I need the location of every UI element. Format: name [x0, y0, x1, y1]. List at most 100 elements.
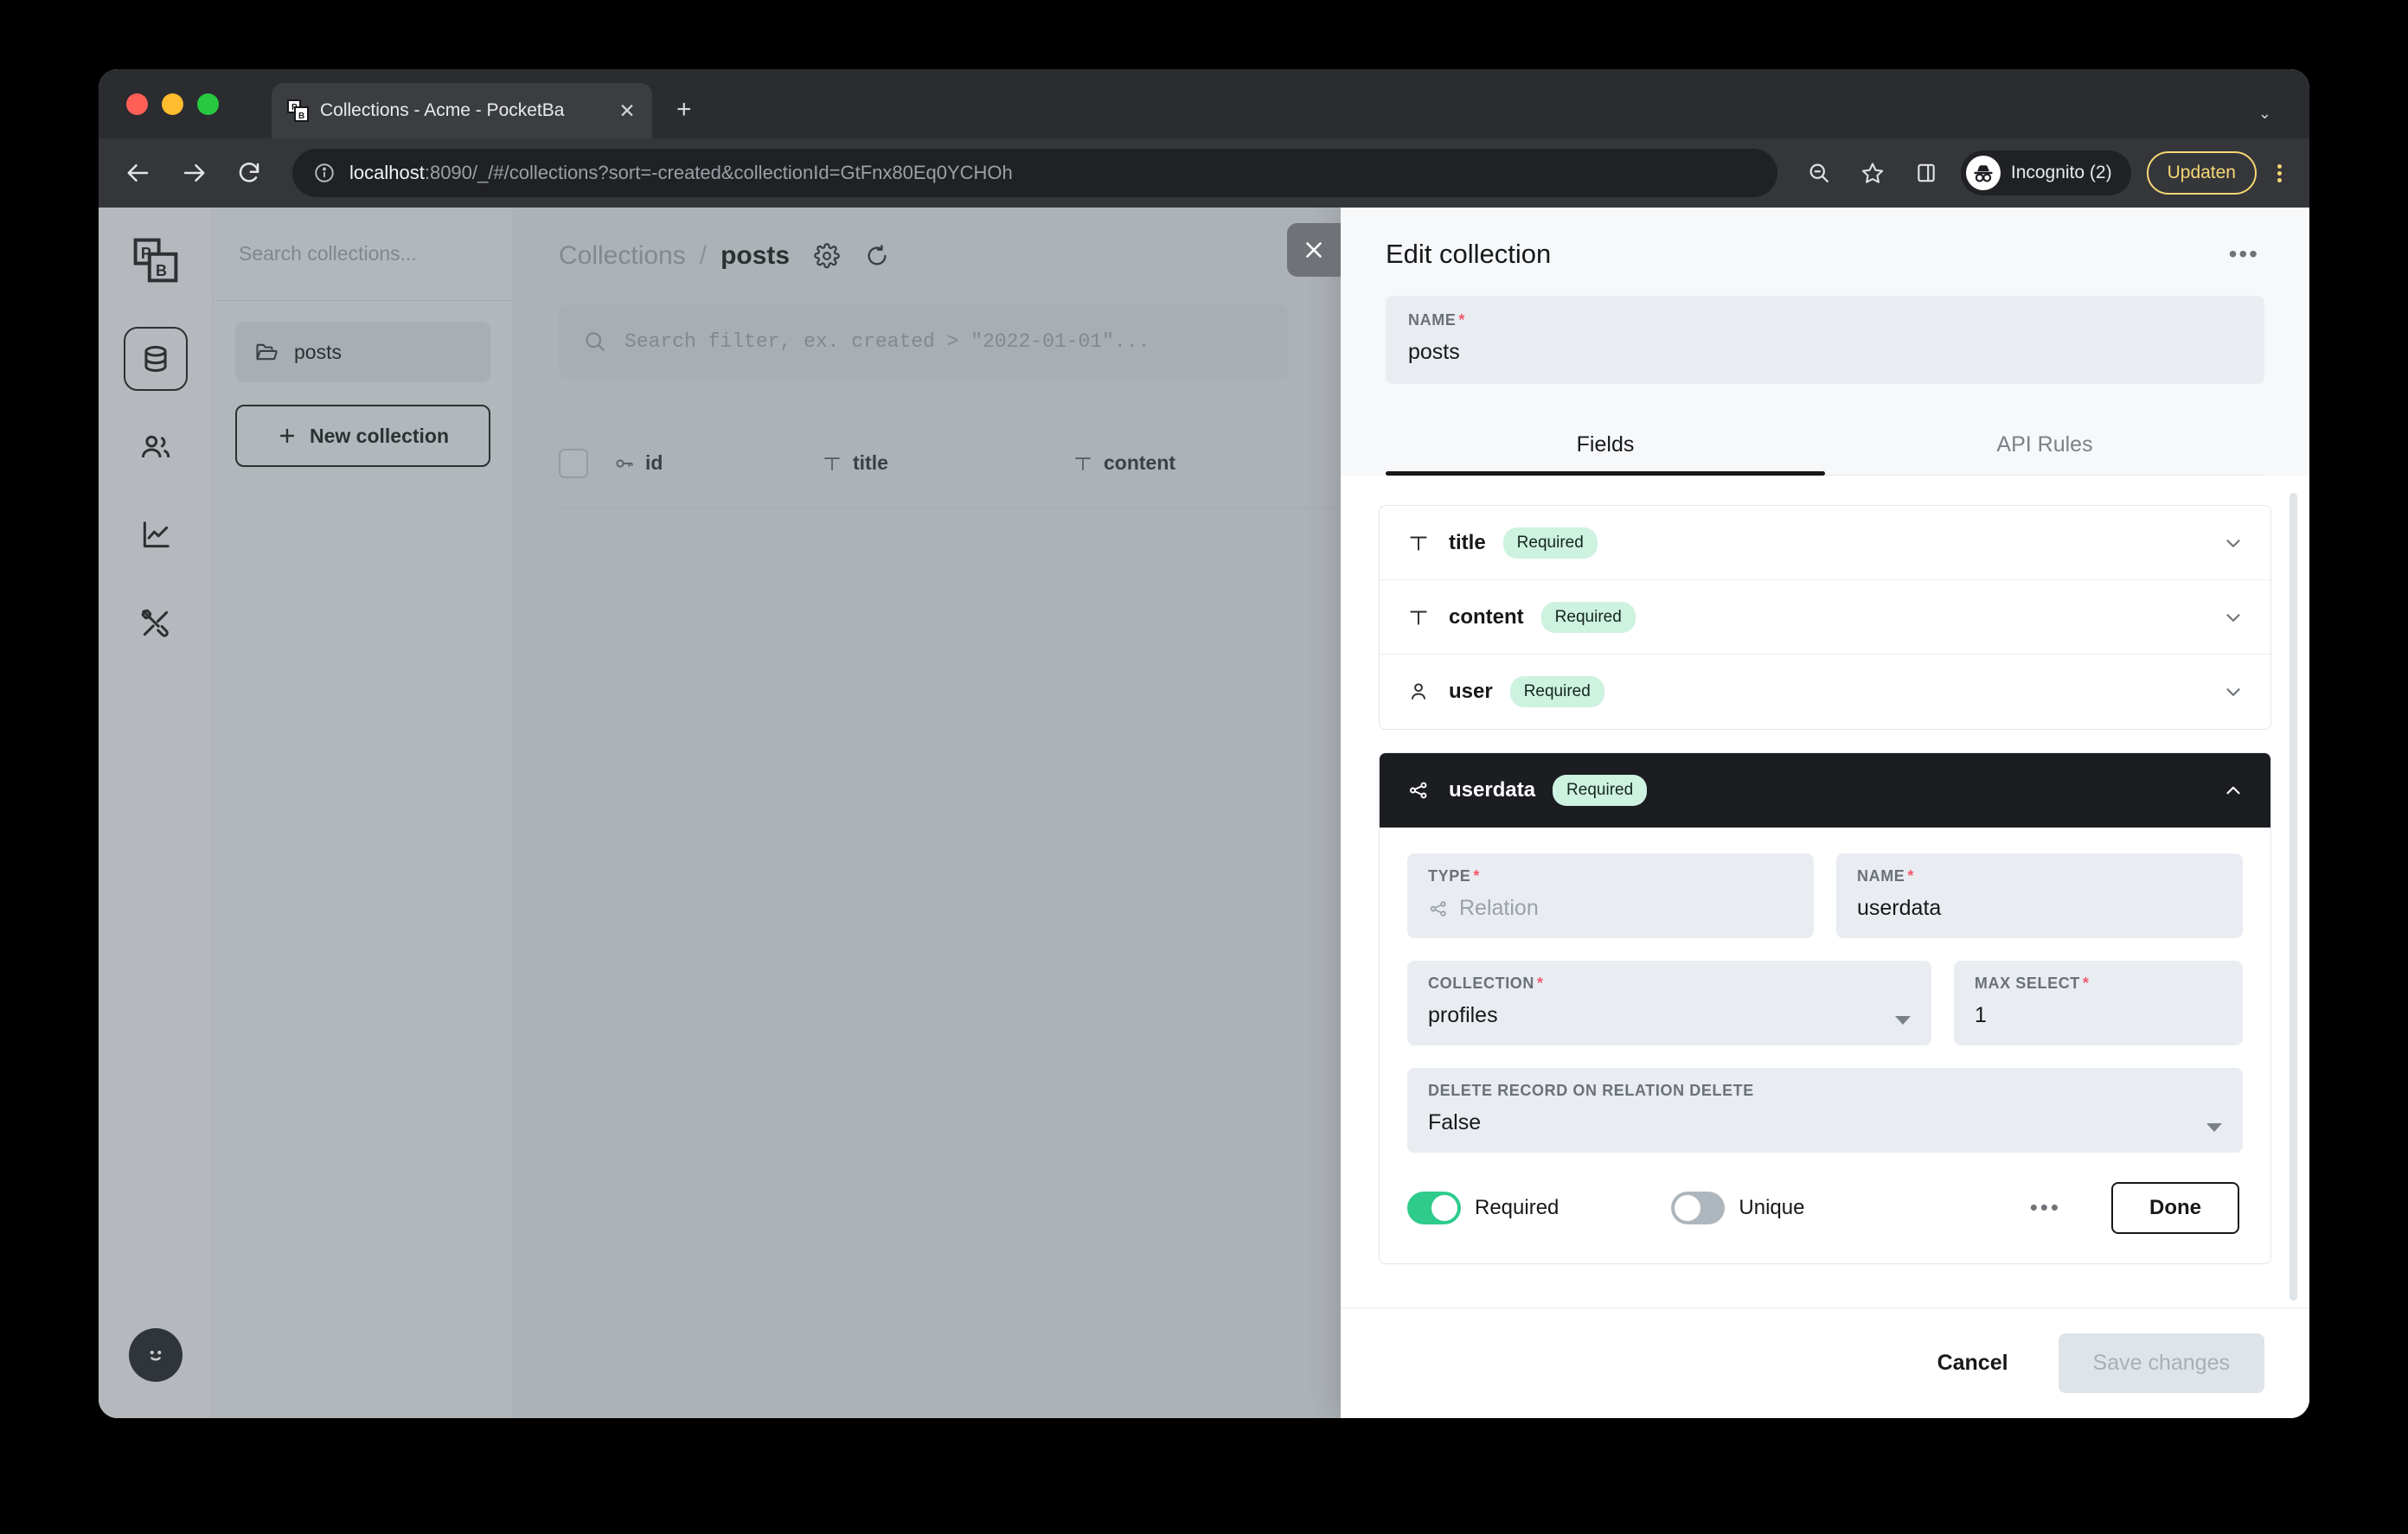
- browser-tab[interactable]: P B Collections - Acme - PocketBa ✕: [272, 83, 652, 138]
- drawer-title-row: Edit collection •••: [1386, 239, 2264, 270]
- address-bar[interactable]: localhost:8090/_/#/collections?sort=-cre…: [292, 149, 1777, 197]
- field-name-label: userdata: [1449, 778, 1536, 802]
- relation-icon: [1428, 898, 1449, 919]
- required-toggle-group[interactable]: Required: [1407, 1192, 1559, 1224]
- app-background: P B Search collections... posts New coll…: [99, 208, 1341, 1418]
- drawer-backdrop-overlay[interactable]: [99, 208, 1341, 1418]
- cascade-delete-label: DELETE RECORD ON RELATION DELETE: [1428, 1082, 1754, 1099]
- drawer-title: Edit collection: [1386, 239, 1552, 269]
- relation-icon: [1406, 779, 1431, 802]
- field-name-input[interactable]: NAME * userdata: [1836, 853, 2243, 938]
- tab-close-icon[interactable]: ✕: [614, 100, 640, 121]
- toolbar-actions: Incognito (2) Updaten: [1800, 150, 2287, 195]
- svg-text:P: P: [291, 103, 298, 112]
- tab-api-rules[interactable]: API Rules: [1825, 413, 2264, 475]
- required-star: *: [1458, 311, 1466, 329]
- page-viewport: P B Search collections... posts New coll…: [99, 208, 2309, 1418]
- field-ellipsis-icon[interactable]: •••: [2030, 1197, 2061, 1218]
- required-badge: Required: [1540, 601, 1636, 633]
- collection-name-label: NAME *: [1408, 311, 1466, 329]
- fields-list: title Required content Required user Req…: [1379, 505, 2271, 730]
- browser-window: P B Collections - Acme - PocketBa ✕ + ⌄ …: [99, 69, 2309, 1418]
- update-button[interactable]: Updaten: [2146, 151, 2257, 195]
- field-name-input-value: userdata: [1857, 896, 1942, 920]
- side-panel-icon[interactable]: [1907, 154, 1945, 192]
- unique-toggle-label: Unique: [1739, 1196, 1805, 1219]
- relation-collection-select[interactable]: COLLECTION * profiles: [1407, 961, 1931, 1045]
- update-button-label: Updaten: [2167, 163, 2236, 182]
- cascade-delete-select[interactable]: DELETE RECORD ON RELATION DELETE False: [1407, 1068, 2243, 1153]
- field-row-title[interactable]: title Required: [1380, 506, 2270, 580]
- forward-arrow-icon[interactable]: [175, 154, 213, 192]
- window-traffic-lights: [126, 93, 219, 115]
- tab-search-chevron-down-icon[interactable]: ⌄: [2258, 105, 2271, 123]
- url-path: :8090/_/#/collections?sort=-created&coll…: [424, 162, 1013, 183]
- user-icon: [1406, 681, 1431, 703]
- relation-collection-value: profiles: [1428, 1003, 1498, 1027]
- chevron-down-icon[interactable]: [2206, 1123, 2222, 1132]
- site-info-circle-icon[interactable]: [313, 162, 336, 184]
- collection-maxselect-row: COLLECTION * profiles MAX SELECT * 1: [1407, 961, 2243, 1045]
- text-type-icon: [1406, 532, 1431, 554]
- tab-strip: P B Collections - Acme - PocketBa ✕ + ⌄: [99, 69, 2309, 138]
- field-row-user[interactable]: user Required: [1380, 655, 2270, 729]
- drawer-header: Edit collection ••• NAME * posts Fields A…: [1341, 208, 2309, 476]
- max-select-input[interactable]: MAX SELECT * 1: [1953, 961, 2243, 1045]
- drawer-footer: Cancel Save changes: [1341, 1307, 2309, 1418]
- collection-name-input[interactable]: NAME * posts: [1386, 296, 2264, 384]
- edit-collection-drawer: Edit collection ••• NAME * posts Fields A…: [1287, 208, 2309, 1418]
- relation-collection-label: COLLECTION *: [1428, 975, 1544, 992]
- incognito-avatar-icon: [1965, 156, 2001, 190]
- required-badge: Required: [1502, 527, 1598, 559]
- cancel-button[interactable]: Cancel: [1920, 1337, 2026, 1390]
- drawer-tabs: Fields API Rules: [1386, 413, 2264, 476]
- field-row-content[interactable]: content Required: [1380, 580, 2270, 655]
- field-type-value-row: Relation: [1428, 896, 1793, 921]
- chevron-down-icon[interactable]: [2222, 606, 2245, 629]
- zoom-out-icon[interactable]: [1800, 154, 1838, 192]
- maximize-window-button[interactable]: [197, 93, 219, 115]
- field-name-label: title: [1449, 530, 1486, 554]
- unique-toggle-group[interactable]: Unique: [1671, 1192, 1804, 1224]
- field-type-value: Relation: [1459, 896, 1539, 920]
- save-changes-button[interactable]: Save changes: [2058, 1333, 2264, 1393]
- max-select-value: 1: [1974, 1003, 1987, 1027]
- field-settings-userdata: TYPE * Relation NAME * userdata COLLECTI…: [1380, 828, 2270, 1263]
- incognito-label: Incognito (2): [2010, 163, 2112, 182]
- drawer-close-button[interactable]: [1287, 223, 1341, 277]
- incognito-profile-button[interactable]: Incognito (2): [1960, 150, 2131, 195]
- required-toggle[interactable]: [1407, 1192, 1461, 1224]
- browser-tab-title: Collections - Acme - PocketBa: [320, 100, 565, 120]
- svg-text:B: B: [298, 112, 304, 121]
- field-name-input-label: NAME *: [1857, 867, 1915, 885]
- chevron-up-icon[interactable]: [2222, 779, 2245, 802]
- drawer-scrollbar[interactable]: [2290, 493, 2297, 1301]
- back-arrow-icon[interactable]: [119, 154, 157, 192]
- browser-menu-kebab-icon[interactable]: [2272, 163, 2287, 182]
- done-button[interactable]: Done: [2111, 1182, 2239, 1234]
- field-name-label: user: [1449, 680, 1493, 703]
- chevron-down-icon[interactable]: [2222, 681, 2245, 703]
- chevron-down-icon[interactable]: [1894, 1016, 1911, 1025]
- field-header-userdata[interactable]: userdata Required: [1380, 753, 2270, 828]
- new-tab-button[interactable]: +: [676, 97, 692, 123]
- reload-icon[interactable]: [230, 154, 268, 192]
- field-name-label: content: [1449, 604, 1524, 629]
- cascade-delete-value: False: [1428, 1110, 1482, 1135]
- field-card-userdata: userdata Required TYPE * Relation NAME *…: [1379, 752, 2271, 1264]
- drawer-ellipsis-icon[interactable]: •••: [2224, 240, 2264, 267]
- star-icon[interactable]: [1854, 154, 1892, 192]
- tab-fields[interactable]: Fields: [1386, 413, 1825, 476]
- unique-toggle[interactable]: [1671, 1192, 1726, 1224]
- chevron-down-icon[interactable]: [2222, 532, 2245, 554]
- drawer-body: title Required content Required user Req…: [1341, 476, 2309, 1307]
- required-badge: Required: [1553, 775, 1648, 806]
- required-toggle-label: Required: [1475, 1196, 1559, 1219]
- address-bar-url: localhost:8090/_/#/collections?sort=-cre…: [349, 162, 1013, 184]
- text-type-icon: [1406, 606, 1431, 629]
- close-window-button[interactable]: [126, 93, 148, 115]
- max-select-label: MAX SELECT *: [1974, 975, 2090, 992]
- required-badge: Required: [1509, 676, 1604, 707]
- field-type-select[interactable]: TYPE * Relation: [1407, 853, 1814, 938]
- minimize-window-button[interactable]: [162, 93, 183, 115]
